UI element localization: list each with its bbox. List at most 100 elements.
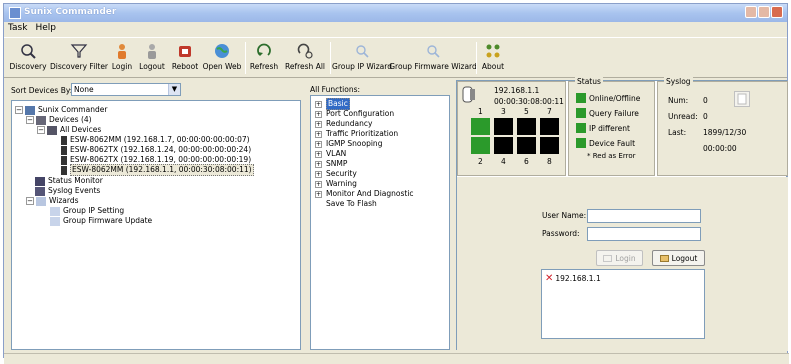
switch-icon [61, 135, 67, 145]
port-4[interactable] [494, 137, 513, 154]
tree-device-item[interactable]: ESW-8062MM (192.168.1.7, 00:00:00:00:00:… [61, 135, 250, 145]
collapse-icon[interactable]: − [15, 106, 23, 114]
tree-device-label: ESW-8062TX (192.168.1.24, 00:00:00:00:00… [70, 145, 252, 154]
port-number: 5 [524, 107, 529, 116]
tree-root-label: Sunix Commander [38, 105, 108, 114]
function-item[interactable]: + Redundancy [315, 119, 372, 129]
login-area: User Name: Password: Login Logout ✕ 192.… [457, 177, 788, 351]
port-6[interactable] [517, 137, 536, 154]
logout-submit-button[interactable]: Logout [652, 250, 705, 266]
discovery-button[interactable]: Discovery [8, 40, 48, 76]
refresh-all-button[interactable]: Refresh All [283, 40, 327, 76]
function-item[interactable]: + SNMP [315, 159, 347, 169]
expand-icon[interactable]: + [315, 120, 322, 128]
tree-root[interactable]: − Sunix Commander [15, 105, 107, 115]
function-item[interactable]: Save To Flash [326, 199, 377, 209]
menu-help[interactable]: Help [35, 23, 56, 36]
document-icon [737, 93, 747, 105]
computer-icon [25, 105, 35, 115]
syslog-clear-button[interactable] [734, 91, 750, 107]
about-button[interactable]: About [479, 40, 507, 76]
logout-icon [659, 254, 669, 262]
syslog-unread-value: 0 [703, 112, 708, 121]
reboot-button[interactable]: Reboot [170, 40, 200, 76]
device-detail-panel: 192.168.1.1 00:00:30:08:00:11 1 3 5 7 2 … [456, 77, 788, 351]
port-5[interactable] [517, 118, 536, 135]
device-tree[interactable]: − Sunix Commander − Devices (4) − All De… [11, 100, 301, 350]
function-item[interactable]: + Warning [315, 179, 357, 189]
port-2[interactable] [471, 137, 490, 154]
port-status-box: 192.168.1.1 00:00:30:08:00:11 1 3 5 7 2 … [457, 81, 566, 176]
refresh-button[interactable]: Refresh [248, 40, 280, 76]
title-bar[interactable]: Sunix Commander [4, 4, 787, 22]
syslog-unread-label: Unread: [668, 112, 698, 121]
tree-device-item[interactable]: ESW-8062TX (192.168.1.24, 00:00:00:00:00… [61, 145, 251, 155]
discovery-label: Discovery [9, 62, 47, 71]
collapse-icon[interactable]: − [26, 197, 34, 205]
port-7[interactable] [540, 118, 559, 135]
group-firmware-wizard-button[interactable]: Group Firmware Wizard [389, 40, 477, 76]
open-web-button[interactable]: Open Web [202, 40, 242, 76]
password-field[interactable] [587, 227, 701, 241]
expand-icon[interactable]: + [315, 170, 322, 178]
expand-icon[interactable]: + [315, 160, 322, 168]
functions-list[interactable]: + Basic + Port Configuration + Redundancy +… [310, 95, 450, 350]
refresh-label: Refresh [249, 62, 279, 71]
function-item[interactable]: + Traffic Prioritization [315, 129, 398, 139]
user-logout-icon [143, 42, 161, 60]
collapse-icon[interactable]: − [37, 126, 45, 134]
tree-devices[interactable]: − Devices (4) [26, 115, 92, 125]
function-item[interactable]: + Port Configuration [315, 109, 394, 119]
tree-status-monitor[interactable]: Status Monitor [35, 176, 103, 186]
group-ip-wizard-button[interactable]: Group IP Wizard [332, 40, 392, 76]
function-item[interactable]: + Basic [315, 98, 350, 110]
login-log-list[interactable]: ✕ 192.168.1.1 [541, 269, 705, 339]
log-icon [35, 186, 45, 196]
logout-button[interactable]: Logout [137, 40, 167, 76]
minimize-button[interactable] [745, 6, 757, 18]
syslog-box: Syslog Num: 0 Unread: 0 Last: 1899/12/30… [657, 77, 788, 176]
chevron-down-icon[interactable]: ▼ [168, 84, 180, 95]
maximize-button[interactable] [758, 6, 770, 18]
wizard-icon [424, 42, 442, 60]
functions-label: All Functions: [310, 85, 361, 94]
port-number: 3 [501, 107, 506, 116]
username-field[interactable] [587, 209, 701, 223]
tree-syslog-events[interactable]: Syslog Events [35, 186, 100, 196]
function-item[interactable]: + VLAN [315, 149, 346, 159]
expand-icon[interactable]: + [315, 130, 322, 138]
sort-value: None [74, 85, 94, 94]
expand-icon[interactable]: + [315, 110, 322, 118]
expand-icon[interactable]: + [315, 180, 322, 188]
log-entry: ✕ 192.168.1.1 [545, 273, 601, 284]
discovery-filter-button[interactable]: Discovery Filter [50, 40, 108, 76]
login-submit-button[interactable]: Login [596, 250, 643, 266]
expand-icon[interactable]: + [315, 190, 322, 198]
port-3[interactable] [494, 118, 513, 135]
function-item[interactable]: + Monitor And Diagnostic [315, 189, 414, 199]
error-x-icon: ✕ [545, 273, 554, 284]
status-legend: Status Online/Offline Query Failure IP d… [568, 77, 655, 176]
port-1[interactable] [471, 118, 490, 135]
login-icon [603, 254, 613, 262]
sort-label: Sort Devices By: [11, 86, 73, 95]
tree-device-item-selected[interactable]: ESW-8062MM (192.168.1.1, 00:00:30:08:00:… [61, 164, 254, 176]
status-swatch [576, 138, 586, 148]
expand-icon[interactable]: + [315, 100, 322, 108]
tree-all-devices[interactable]: − All Devices [37, 125, 101, 135]
expand-icon[interactable]: + [315, 150, 322, 158]
tree-wizards[interactable]: − Wizards [26, 196, 79, 206]
port-8[interactable] [540, 137, 559, 154]
menu-task[interactable]: Task [8, 23, 27, 36]
function-item[interactable]: + Security [315, 169, 357, 179]
sort-select[interactable]: None ▼ [71, 83, 181, 96]
close-button[interactable] [771, 6, 783, 18]
login-label: Login [111, 62, 133, 71]
collapse-icon[interactable]: − [26, 116, 34, 124]
function-item[interactable]: + IGMP Snooping [315, 139, 382, 149]
expand-icon[interactable]: + [315, 140, 322, 148]
device-ip: 192.168.1.1 [494, 86, 540, 95]
tree-group-fw[interactable]: Group Firmware Update [50, 216, 152, 226]
tree-group-ip[interactable]: Group IP Setting [50, 206, 124, 216]
login-button[interactable]: Login [109, 40, 135, 76]
